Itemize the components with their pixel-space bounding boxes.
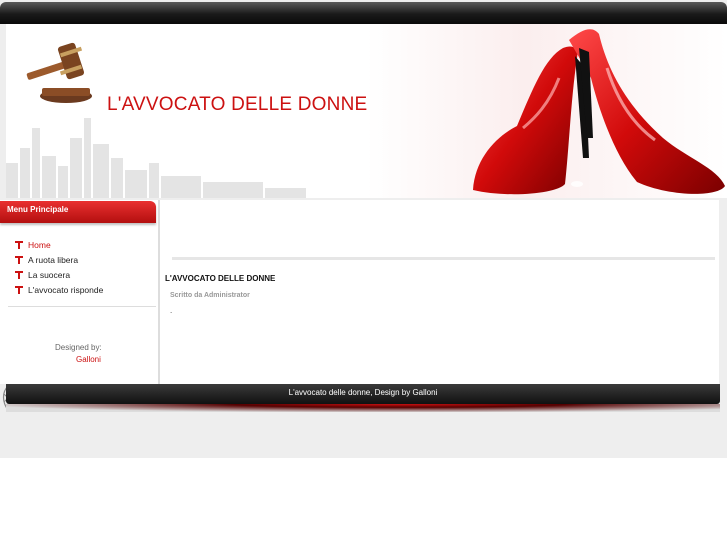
menu-header: Menu Principale	[0, 201, 156, 223]
pin-bullet-icon	[15, 285, 23, 294]
top-bar	[0, 2, 727, 24]
menu-item-home[interactable]: Home	[14, 237, 103, 252]
main-menu: Home A ruota libera La suocera L'avvocat…	[14, 237, 103, 297]
menu-item-label: A ruota libera	[28, 254, 79, 265]
article-author: Scritto da Administrator	[170, 292, 250, 299]
menu-item-label: Home	[28, 239, 51, 250]
menu-item-label: L'avvocato risponde	[28, 284, 104, 295]
footer-text: L'avvocato delle donne, Design by Gallon…	[288, 388, 438, 397]
pin-bullet-icon	[15, 240, 23, 249]
menu-title: Menu Principale	[7, 205, 69, 214]
sidebar: Menu Principale Home A ruota libera La s…	[0, 200, 160, 384]
menu-item-label: La suocera	[28, 269, 71, 280]
menu-item-a-ruota-libera[interactable]: A ruota libera	[14, 252, 103, 267]
pin-bullet-icon	[15, 270, 23, 279]
designed-by-label: Designed by:	[55, 343, 102, 352]
content-divider	[172, 257, 715, 260]
footer: L'avvocato delle donne, Design by Gallon…	[6, 384, 720, 404]
city-skyline-icon	[6, 118, 306, 198]
menu-item-la-suocera[interactable]: La suocera	[14, 267, 103, 282]
designer-link[interactable]: Galloni	[76, 355, 101, 364]
main-content: L'AVVOCATO DELLE DONNE Scritto da Admini…	[160, 200, 719, 384]
site-title: L'AVVOCATO DELLE DONNE	[107, 94, 368, 115]
gavel-icon	[26, 42, 92, 103]
article-title: L'AVVOCATO DELLE DONNE	[165, 274, 276, 283]
article-body: .	[170, 306, 173, 315]
sidebar-divider	[8, 306, 156, 307]
pin-bullet-icon	[15, 255, 23, 264]
site-header: L'AVVOCATO DELLE DONNE	[6, 24, 727, 198]
footer-glow	[6, 404, 720, 412]
red-heels-icon	[473, 29, 725, 195]
menu-item-avvocato-risponde[interactable]: L'avvocato risponde	[14, 282, 103, 297]
